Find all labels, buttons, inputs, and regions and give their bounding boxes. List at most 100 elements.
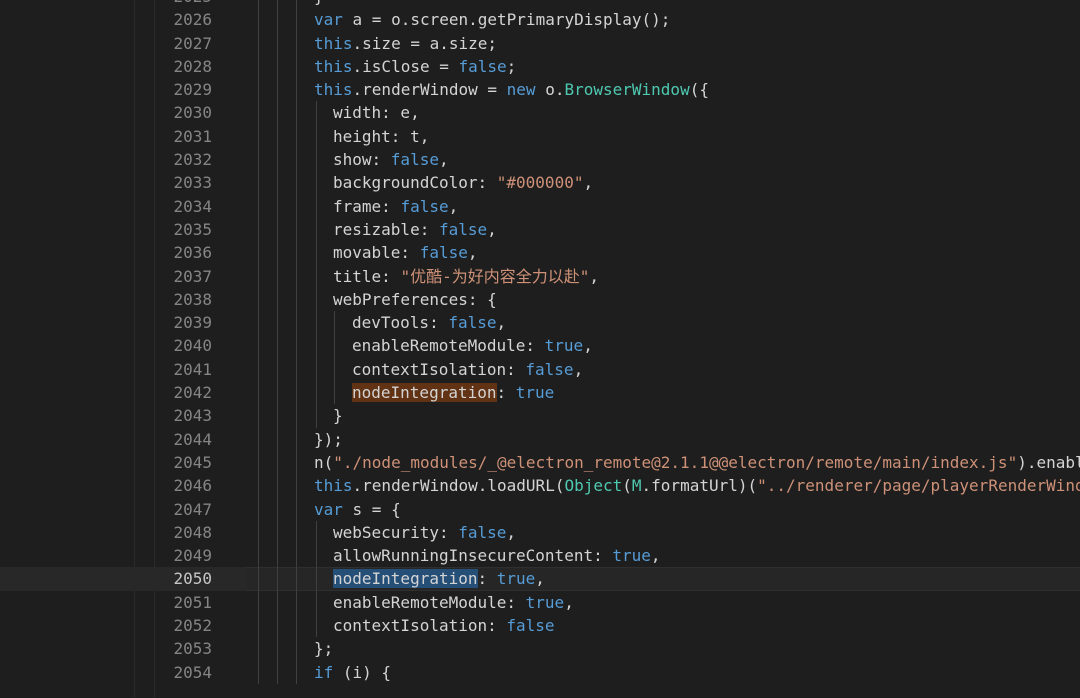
code-text[interactable]: title: "优酷-为好内容全力以赴", bbox=[333, 265, 599, 288]
code-token: n( bbox=[314, 452, 334, 472]
code-token: false bbox=[400, 196, 449, 216]
code-line[interactable]: 2051 enableRemoteModule: true, bbox=[0, 590, 1080, 615]
line-number[interactable]: 2027 bbox=[150, 32, 212, 55]
code-text[interactable]: devTools: false, bbox=[352, 311, 506, 334]
code-text[interactable]: width: e, bbox=[333, 101, 420, 124]
code-text[interactable]: this.isClose = false; bbox=[314, 55, 516, 78]
code-line[interactable]: 2026 var a = o.screen.getPrimaryDisplay()… bbox=[0, 8, 1080, 32]
code-text[interactable]: webSecurity: false, bbox=[333, 521, 516, 544]
code-text[interactable]: var s = { bbox=[314, 498, 401, 521]
code-text[interactable]: enableRemoteModule: true, bbox=[333, 591, 574, 614]
code-token: width: e, bbox=[333, 103, 420, 123]
line-number[interactable]: 2042 bbox=[150, 381, 212, 404]
code-text[interactable]: this.size = a.size; bbox=[314, 32, 497, 55]
code-line[interactable]: 2052 contextIsolation: false bbox=[0, 614, 1080, 638]
code-line[interactable]: 2041 contextIsolation: false, bbox=[0, 357, 1080, 382]
code-line[interactable]: 2043} bbox=[0, 404, 1080, 428]
code-text[interactable]: frame: false, bbox=[333, 195, 458, 218]
line-number[interactable]: 2040 bbox=[150, 334, 212, 357]
code-line[interactable]: 2042 nodeIntegration: true bbox=[0, 381, 1080, 405]
line-number[interactable]: 2044 bbox=[150, 428, 212, 451]
line-number[interactable]: 2043 bbox=[150, 404, 212, 427]
indent-guide bbox=[296, 381, 297, 405]
line-number[interactable]: 2026 bbox=[150, 8, 212, 31]
code-text[interactable]: backgroundColor: "#000000", bbox=[333, 171, 593, 194]
code-text[interactable]: this.renderWindow = new o.BrowserWindow(… bbox=[314, 78, 709, 101]
code-text[interactable]: contextIsolation: false bbox=[333, 614, 555, 637]
code-line[interactable]: 2046 this.renderWindow.loadURL(Object(M.f… bbox=[0, 474, 1080, 498]
code-line[interactable]: 2045 n("./node_modules/_@electron_remote@… bbox=[0, 450, 1080, 475]
line-number[interactable]: 2052 bbox=[150, 614, 212, 637]
code-text[interactable]: if (i) { bbox=[314, 661, 391, 684]
line-number[interactable]: 2028 bbox=[150, 55, 212, 78]
code-lines[interactable]: 2025}2026var a = o.screen.getPrimaryDisp… bbox=[0, 0, 1080, 684]
indent-guide bbox=[258, 194, 259, 218]
code-line[interactable]: 2053}; bbox=[0, 637, 1080, 661]
code-text[interactable]: var a = o.screen.getPrimaryDisplay(); bbox=[314, 8, 670, 31]
code-line[interactable]: 2029 this.renderWindow = new o.BrowserWin… bbox=[0, 78, 1080, 102]
indent-guide bbox=[296, 334, 297, 358]
code-text[interactable]: contextIsolation: false, bbox=[352, 358, 583, 381]
line-number[interactable]: 2037 bbox=[150, 265, 212, 288]
code-text[interactable]: movable: false, bbox=[333, 241, 478, 264]
line-number[interactable]: 2034 bbox=[150, 195, 212, 218]
line-number[interactable]: 2048 bbox=[150, 521, 212, 544]
code-line[interactable]: 2050 nodeIntegration: true, bbox=[0, 567, 1080, 591]
code-text[interactable]: height: t, bbox=[333, 125, 429, 148]
code-line[interactable]: 2032 show: false, bbox=[0, 148, 1080, 172]
code-line[interactable]: 2031 height: t, bbox=[0, 124, 1080, 149]
line-number[interactable]: 2029 bbox=[150, 78, 212, 101]
line-number[interactable]: 2039 bbox=[150, 311, 212, 334]
code-line[interactable]: 2049 allowRunningInsecureContent: true, bbox=[0, 544, 1080, 568]
code-line[interactable]: 2036 movable: false, bbox=[0, 241, 1080, 265]
line-number[interactable]: 2049 bbox=[150, 544, 212, 567]
code-line[interactable]: 2038 webPreferences: { bbox=[0, 287, 1080, 312]
code-text[interactable]: } bbox=[333, 404, 343, 427]
code-text[interactable]: } bbox=[314, 0, 324, 8]
code-line[interactable]: 2034 frame: false, bbox=[0, 194, 1080, 218]
line-number[interactable]: 2054 bbox=[150, 661, 212, 684]
code-text[interactable]: enableRemoteModule: true, bbox=[352, 334, 593, 357]
line-number[interactable]: 2050 bbox=[150, 567, 212, 590]
line-number[interactable]: 2045 bbox=[150, 451, 212, 474]
indent-guide bbox=[258, 497, 259, 521]
line-number[interactable]: 2046 bbox=[150, 474, 212, 497]
code-text[interactable]: }; bbox=[314, 637, 333, 660]
line-number[interactable]: 2035 bbox=[150, 218, 212, 241]
code-line[interactable]: 2030 width: e, bbox=[0, 101, 1080, 125]
line-number[interactable]: 2025 bbox=[150, 0, 212, 8]
line-number[interactable]: 2030 bbox=[150, 101, 212, 124]
code-text[interactable]: show: false, bbox=[333, 148, 449, 171]
code-line[interactable]: 2054 if (i) { bbox=[0, 660, 1080, 684]
code-text[interactable]: resizable: false, bbox=[333, 218, 497, 241]
code-text[interactable]: }); bbox=[314, 428, 343, 451]
code-line[interactable]: 2035 resizable: false, bbox=[0, 217, 1080, 242]
line-number[interactable]: 2051 bbox=[150, 591, 212, 614]
code-line[interactable]: 2027 this.size = a.size; bbox=[0, 31, 1080, 55]
line-number[interactable]: 2033 bbox=[150, 171, 212, 194]
code-line[interactable]: 2025} bbox=[0, 0, 1080, 9]
line-number[interactable]: 2036 bbox=[150, 241, 212, 264]
line-number[interactable]: 2041 bbox=[150, 358, 212, 381]
code-text[interactable]: allowRunningInsecureContent: true, bbox=[333, 544, 661, 567]
code-line[interactable]: 2033 backgroundColor: "#000000", bbox=[0, 171, 1080, 195]
line-number[interactable]: 2053 bbox=[150, 637, 212, 660]
code-text[interactable]: nodeIntegration: true, bbox=[333, 567, 545, 590]
code-text[interactable]: webPreferences: { bbox=[333, 288, 497, 311]
code-line[interactable]: 2037 title: "优酷-为好内容全力以赴", bbox=[0, 264, 1080, 288]
line-number[interactable]: 2038 bbox=[150, 288, 212, 311]
code-text[interactable]: this.renderWindow.loadURL(Object(M.forma… bbox=[314, 474, 1080, 497]
line-number[interactable]: 2047 bbox=[150, 498, 212, 521]
code-line[interactable]: 2047 var s = { bbox=[0, 497, 1080, 521]
code-text[interactable]: nodeIntegration: true bbox=[352, 381, 554, 404]
code-line[interactable]: 2028 this.isClose = false; bbox=[0, 54, 1080, 79]
line-number[interactable]: 2032 bbox=[150, 148, 212, 171]
code-line[interactable]: 2040 enableRemoteModule: true, bbox=[0, 334, 1080, 358]
indent-guide bbox=[277, 264, 278, 288]
code-line[interactable]: 2044}); bbox=[0, 427, 1080, 451]
code-editor[interactable]: 2025}2026var a = o.screen.getPrimaryDisp… bbox=[0, 0, 1080, 698]
line-number[interactable]: 2031 bbox=[150, 125, 212, 148]
code-line[interactable]: 2039 devTools: false, bbox=[0, 311, 1080, 335]
code-text[interactable]: n("./node_modules/_@electron_remote@2.1.… bbox=[314, 451, 1080, 474]
code-line[interactable]: 2048 webSecurity: false, bbox=[0, 520, 1080, 545]
